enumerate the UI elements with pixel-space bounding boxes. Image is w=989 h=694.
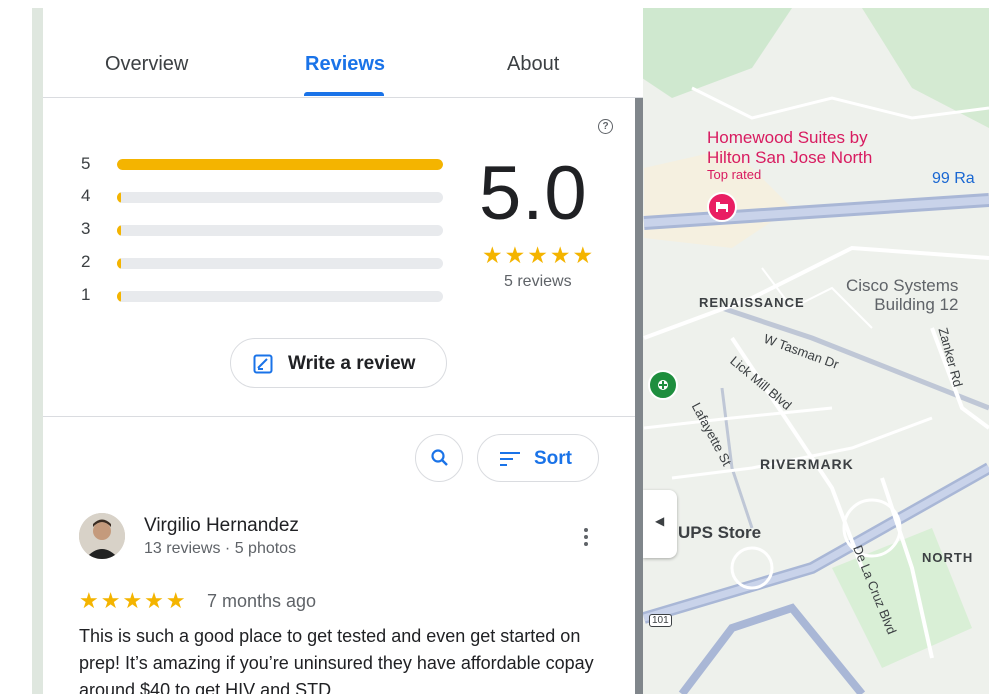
write-review-label: Write a review bbox=[288, 353, 416, 374]
search-icon bbox=[430, 448, 450, 473]
map-label-hotel-line1: Homewood Suites by bbox=[707, 128, 868, 147]
write-review-button[interactable]: Write a review bbox=[230, 338, 447, 388]
scrollbar[interactable] bbox=[635, 98, 643, 694]
map-label-renaissance: RENAISSANCE bbox=[699, 295, 805, 310]
rating-bar-1 bbox=[117, 291, 443, 302]
map-label-hotel-line2: Hilton San Jose North bbox=[707, 148, 873, 167]
rating-label-5: 5 bbox=[81, 154, 91, 173]
divider bbox=[43, 416, 635, 417]
rating-bar-5 bbox=[117, 159, 443, 170]
rating-bar-2 bbox=[117, 258, 443, 269]
rating-label-2: 2 bbox=[81, 252, 91, 271]
rating-label-4: 4 bbox=[81, 186, 91, 205]
help-circle-icon[interactable]: ? bbox=[598, 119, 613, 134]
rating-label-3: 3 bbox=[81, 219, 91, 238]
map-label-cisco[interactable]: Cisco Systems Building 12 bbox=[846, 276, 958, 314]
rating-bar-1-fill bbox=[117, 291, 121, 302]
review-time: 7 months ago bbox=[207, 591, 317, 611]
more-vert-icon[interactable] bbox=[583, 527, 589, 547]
sort-icon bbox=[500, 451, 520, 472]
medical-pin-icon[interactable] bbox=[648, 370, 678, 400]
average-stars: ★★★★★ bbox=[482, 242, 596, 268]
map-label-ups-store[interactable]: UPS Store bbox=[678, 523, 761, 543]
map-edge-strip bbox=[32, 8, 43, 694]
map-label-rivermark: RIVERMARK bbox=[760, 456, 854, 472]
rating-bar-4 bbox=[117, 192, 443, 203]
map-label-99[interactable]: 99 Ra bbox=[932, 170, 975, 188]
rating-bar-3 bbox=[117, 225, 443, 236]
review-stars: ★★★★★ bbox=[79, 588, 188, 613]
rating-bar-4-fill bbox=[117, 192, 121, 203]
map-label-cisco-line2: Building 12 bbox=[874, 295, 959, 314]
chevron-left-icon: ◀ bbox=[655, 514, 665, 528]
active-tab-indicator bbox=[304, 92, 384, 96]
map-label-north: NORTH bbox=[922, 550, 974, 565]
sort-label: Sort bbox=[534, 448, 572, 469]
reviewer-name[interactable]: Virgilio Hernandez bbox=[144, 515, 299, 537]
rating-bar-5-fill bbox=[117, 159, 443, 170]
rating-label-1: 1 bbox=[81, 285, 91, 304]
average-rating: 5.0 bbox=[479, 151, 588, 236]
collapse-panel-button[interactable]: ◀ bbox=[643, 490, 677, 558]
edit-review-icon bbox=[253, 354, 273, 379]
avatar[interactable] bbox=[79, 513, 125, 559]
map-label-hotel[interactable]: Homewood Suites by Hilton San Jose North… bbox=[707, 128, 872, 182]
app-frame: Homewood Suites by Hilton San Jose North… bbox=[0, 0, 989, 694]
review-count[interactable]: 5 reviews bbox=[504, 273, 572, 291]
search-reviews-button[interactable] bbox=[415, 434, 463, 482]
map-label-cisco-line1: Cisco Systems bbox=[846, 276, 959, 295]
tab-about[interactable]: About bbox=[507, 53, 559, 76]
map-label-hwy101: 101 bbox=[649, 614, 672, 627]
map-label-hotel-badge: Top rated bbox=[707, 167, 762, 182]
tab-reviews[interactable]: Reviews bbox=[305, 53, 385, 76]
review-text: This is such a good place to get tested … bbox=[79, 626, 594, 694]
tab-overview[interactable]: Overview bbox=[105, 53, 188, 76]
tab-bar: Overview Reviews About bbox=[43, 8, 643, 98]
hotel-bed-icon[interactable] bbox=[707, 192, 737, 222]
rating-bar-2-fill bbox=[117, 258, 121, 269]
sort-button[interactable]: Sort bbox=[477, 434, 599, 482]
reviewer-meta: 13 reviews · 5 photos bbox=[144, 540, 297, 557]
rating-bar-3-fill bbox=[117, 225, 121, 236]
place-panel: Overview Reviews About ? 5 4 3 2 1 5.0 ★… bbox=[43, 8, 643, 694]
